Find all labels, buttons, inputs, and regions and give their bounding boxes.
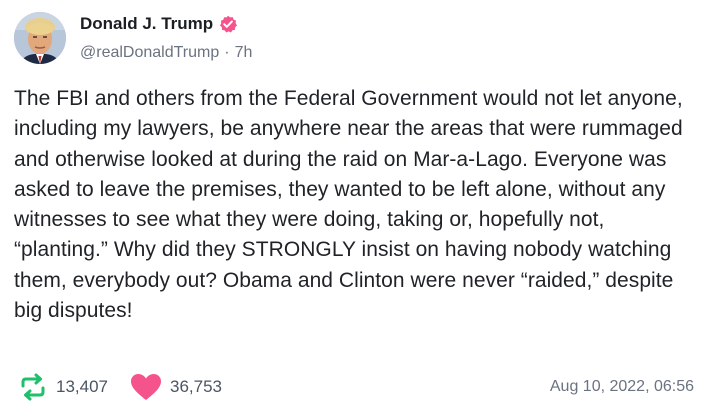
post-card: Donald J. Trump @realDonaldTrump · 7h Th…	[0, 0, 708, 413]
like-stat[interactable]: 36,753	[130, 373, 222, 401]
post-text: The FBI and others from the Federal Gove…	[14, 87, 683, 323]
avatar-image	[14, 12, 66, 64]
relative-time[interactable]: 7h	[235, 44, 253, 62]
like-count: 36,753	[170, 377, 222, 396]
author-block: Donald J. Trump @realDonaldTrump · 7h	[80, 13, 252, 63]
avatar[interactable]	[14, 12, 66, 64]
verified-badge-icon	[219, 15, 238, 33]
post-footer: 13,407 36,753 Aug 10, 2022, 06:56	[18, 372, 694, 402]
handle[interactable]: @realDonaldTrump	[80, 44, 219, 62]
separator-dot: ·	[224, 44, 230, 61]
repost-icon[interactable]	[18, 373, 48, 401]
handle-row: @realDonaldTrump · 7h	[80, 43, 252, 63]
repost-stat[interactable]: 13,407	[18, 373, 108, 401]
name-row: Donald J. Trump	[80, 13, 252, 35]
post-timestamp[interactable]: Aug 10, 2022, 06:56	[550, 378, 694, 396]
heart-icon[interactable]	[130, 373, 162, 401]
repost-count: 13,407	[56, 377, 108, 396]
display-name[interactable]: Donald J. Trump	[80, 14, 213, 34]
